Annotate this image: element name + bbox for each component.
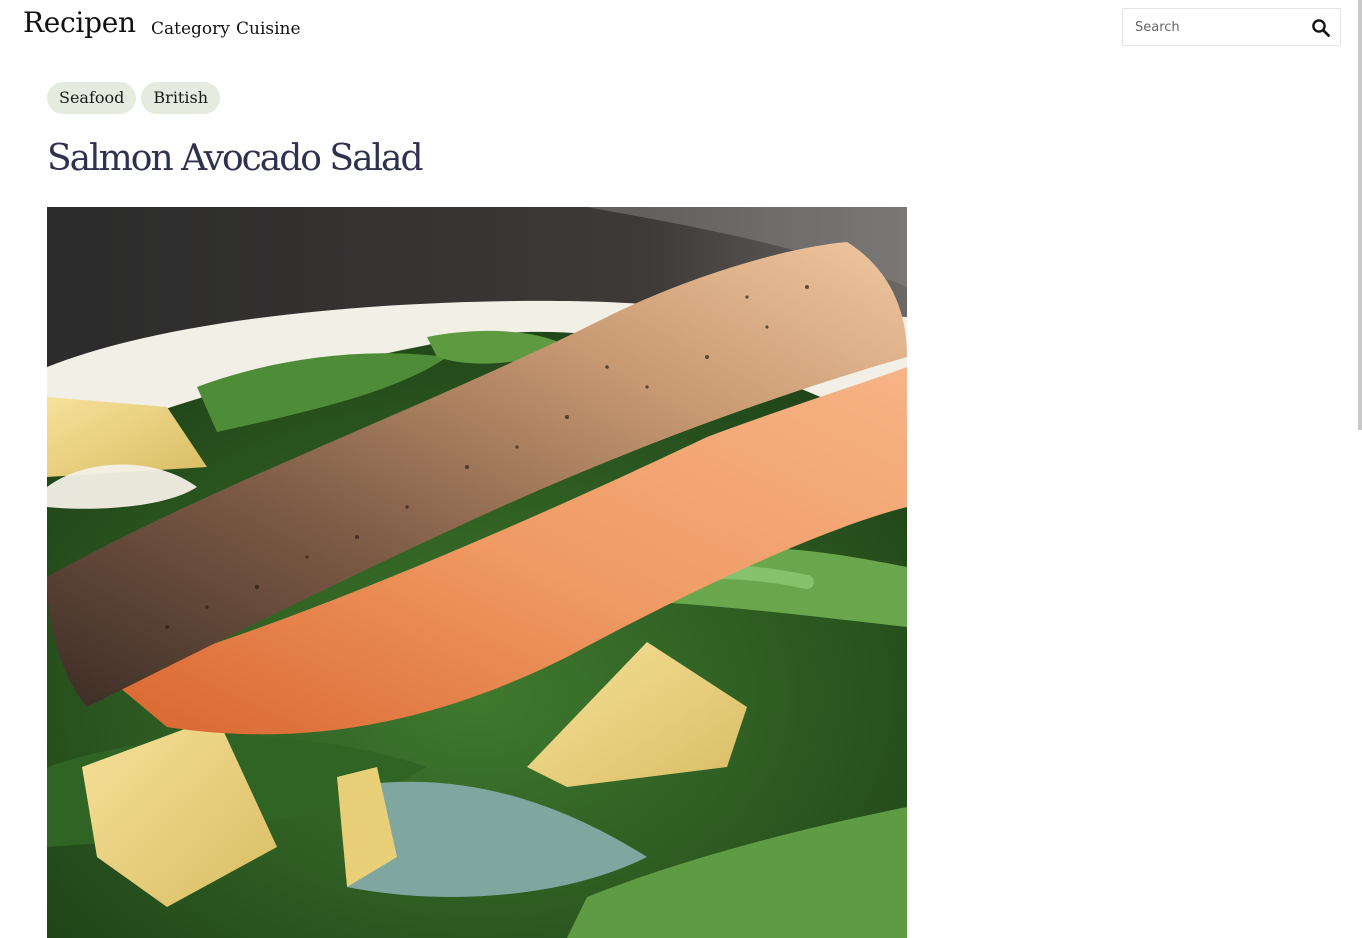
search-icon (1312, 19, 1330, 37)
tag-seafood[interactable]: Seafood (47, 82, 137, 114)
nav-link-cuisine[interactable]: Cuisine (236, 19, 301, 39)
search-input[interactable] (1123, 9, 1303, 45)
recipe-photo (47, 207, 907, 938)
recipe-tags: Seafood British (47, 82, 220, 114)
search-box (1122, 8, 1341, 46)
tag-british[interactable]: British (141, 82, 220, 114)
nav-link-category[interactable]: Category (151, 19, 230, 39)
top-navigation-bar: Recipen Category Cuisine (0, 0, 1362, 58)
site-logo[interactable]: Recipen (23, 6, 136, 39)
search-button[interactable] (1308, 15, 1334, 41)
recipe-title: Salmon Avocado Salad (47, 138, 424, 179)
salmon-salad-illustration (47, 207, 907, 938)
page-scrollbar[interactable] (1358, 0, 1362, 430)
